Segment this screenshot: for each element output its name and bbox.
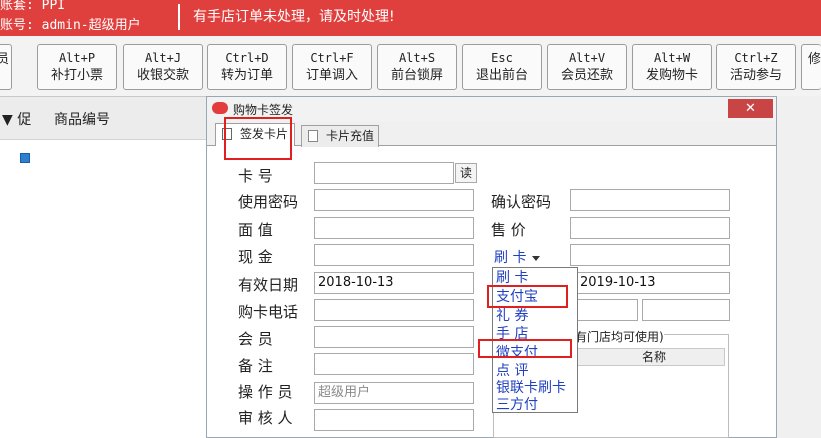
column-promo[interactable]: ▼ 促: [2, 109, 31, 129]
face-value-input[interactable]: [314, 217, 474, 239]
remark-input[interactable]: [314, 353, 474, 375]
label-phone: 购卡电话: [238, 303, 299, 321]
payment-amount-input[interactable]: [570, 244, 730, 266]
extra-field-b[interactable]: [642, 299, 730, 321]
lock-screen-button[interactable]: Alt+S 前台锁屏: [377, 44, 457, 90]
read-card-button[interactable]: 读: [455, 163, 477, 183]
exit-frontdesk-button[interactable]: Esc 退出前台: [462, 44, 542, 90]
label-card-no: 卡 号: [238, 167, 273, 185]
dialog-title: 购物卡签发: [233, 103, 294, 117]
valid-date-input[interactable]: 2018-10-13: [314, 272, 474, 294]
top-status-bar: 账套: PPI 账号: admin-超级用户 有手店订单未处理，请及时处理!: [0, 0, 821, 36]
label-operator: 操 作 员: [238, 383, 293, 401]
cash-handover-button[interactable]: Alt+J 收银交款: [123, 44, 203, 90]
password-input[interactable]: [314, 189, 474, 211]
option-third-party[interactable]: 三方付: [496, 396, 538, 414]
operator-input: 超级用户: [314, 382, 474, 404]
row-checkbox-icon[interactable]: [20, 153, 30, 163]
end-date-input[interactable]: 2019-10-13: [576, 272, 730, 294]
confirm-password-input[interactable]: [570, 189, 730, 211]
right-background: [777, 96, 821, 438]
highlight-box-alipay: [487, 285, 568, 308]
option-gift-voucher[interactable]: 礼 券: [496, 307, 528, 325]
store-panel-title: 有门店均可使用): [575, 328, 664, 345]
highlight-box-tab: [224, 117, 292, 160]
app-logo-icon: [212, 102, 228, 114]
card-no-input[interactable]: [314, 162, 454, 184]
label-member: 会 员: [238, 330, 273, 348]
issue-gift-card-button[interactable]: Alt+W 发购物卡: [632, 44, 712, 90]
close-icon[interactable]: ✕: [728, 99, 773, 118]
reprint-receipt-button[interactable]: Alt+P 补打小票: [37, 44, 117, 90]
divider: [178, 4, 180, 30]
auditor-input[interactable]: [314, 409, 474, 431]
toolbar-button-staff[interactable]: 员: [0, 44, 12, 90]
phone-input[interactable]: [314, 299, 474, 321]
dialog-tabs: 签发卡片 卡片充值: [207, 121, 776, 147]
member-input[interactable]: [314, 326, 474, 348]
order-notice: 有手店订单未处理，请及时处理!: [193, 9, 395, 25]
sale-price-input[interactable]: [570, 217, 730, 239]
chevron-down-icon: [532, 255, 541, 261]
cash-input[interactable]: [314, 244, 474, 266]
label-face-value: 面 值: [238, 221, 273, 239]
payment-method-select[interactable]: 刷 卡: [494, 247, 541, 267]
convert-order-button[interactable]: Ctrl+D 转为订单: [207, 44, 287, 90]
column-item-code[interactable]: 商品编号: [54, 109, 110, 129]
tab-card-recharge[interactable]: 卡片充值: [301, 125, 379, 147]
highlight-box-wechat: [478, 339, 572, 358]
join-promotion-button[interactable]: Ctrl+Z 活动参与: [716, 44, 796, 90]
label-auditor: 审 核 人: [238, 409, 293, 427]
dialog-title-bar[interactable]: 购物卡签发 ✕: [207, 97, 776, 121]
account-info: 账套: PPI: [0, 0, 66, 13]
label-cash: 现 金: [238, 248, 273, 266]
label-password: 使用密码: [238, 193, 299, 211]
extra-field-a[interactable]: [576, 299, 638, 321]
option-unionpay[interactable]: 银联卡刷卡: [496, 379, 566, 397]
import-order-button[interactable]: Ctrl+F 订单调入: [292, 44, 372, 90]
member-repay-button[interactable]: Alt+V 会员还款: [547, 44, 627, 90]
label-sale-price: 售 价: [491, 221, 526, 239]
label-confirm-password: 确认密码: [491, 193, 552, 211]
option-review[interactable]: 点 评: [496, 362, 528, 380]
label-valid-date: 有效日期: [238, 276, 299, 294]
function-toolbar: 员 Alt+P 补打小票 Alt+J 收银交款 Ctrl+D 转为订单 Ctrl…: [0, 36, 821, 97]
column-name[interactable]: 名称: [642, 349, 666, 365]
document-icon: [308, 130, 318, 142]
toolbar-button-edit[interactable]: 修: [801, 44, 821, 90]
label-remark: 备 注: [238, 357, 273, 375]
user-info: 账号: admin-超级用户: [0, 18, 141, 33]
